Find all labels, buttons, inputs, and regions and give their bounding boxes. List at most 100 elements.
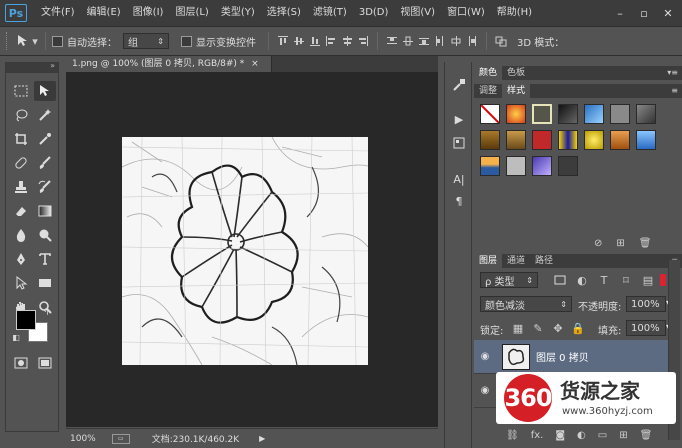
move-tool-icon[interactable] [15, 33, 31, 49]
menu-3d[interactable]: 3D(D) [353, 0, 395, 26]
zoom-level[interactable]: 100% [70, 434, 96, 444]
style-swatch[interactable] [584, 104, 604, 124]
tools-panel-header[interactable]: » [6, 61, 58, 73]
style-swatch-selected[interactable] [532, 104, 552, 124]
type-tool-icon[interactable] [34, 249, 56, 269]
layer-row-selected[interactable]: ◉ 图层 0 拷贝 [474, 340, 668, 374]
lock-all-icon[interactable]: 🔒 [570, 320, 586, 336]
new-layer-icon[interactable]: ⊞ [619, 430, 627, 441]
menu-type[interactable]: 类型(Y) [215, 0, 261, 26]
brush-tool-icon[interactable] [34, 153, 56, 173]
new-group-icon[interactable]: ▭ [598, 430, 607, 441]
distribute-left-icon[interactable] [432, 33, 448, 49]
eye-icon[interactable]: ◉ [474, 385, 496, 396]
filter-shape-icon[interactable]: ⌑ [618, 272, 634, 288]
tab-channels[interactable]: 通道 [502, 254, 530, 268]
style-swatch[interactable] [532, 156, 552, 176]
lasso-tool-icon[interactable] [10, 105, 32, 125]
style-swatch[interactable] [480, 130, 500, 150]
filter-adjustment-icon[interactable]: ◐ [574, 272, 590, 288]
align-hcenter-icon[interactable] [339, 33, 355, 49]
tab-adjustments[interactable]: 调整 [474, 84, 502, 98]
options-grip[interactable] [6, 32, 9, 50]
document-image[interactable] [122, 137, 368, 365]
lock-position-icon[interactable]: ✥ [550, 320, 566, 336]
style-swatch[interactable] [532, 130, 552, 150]
healing-brush-icon[interactable] [10, 153, 32, 173]
panel-menu-icon[interactable]: ▾≡ [667, 66, 678, 80]
tab-paths[interactable]: 路径 [530, 254, 558, 268]
style-swatch[interactable] [610, 130, 630, 150]
trash-icon[interactable]: 🗑 [640, 430, 653, 441]
blend-mode-dropdown[interactable]: 颜色减淡 ⇕ [480, 296, 572, 312]
menu-help[interactable]: 帮助(H) [491, 0, 538, 26]
foreground-color-swatch[interactable] [16, 310, 36, 330]
distribute-bottom-icon[interactable] [416, 33, 432, 49]
pen-tool-icon[interactable] [10, 249, 32, 269]
new-style-icon[interactable]: ⊞ [616, 238, 624, 249]
style-swatch[interactable] [506, 130, 526, 150]
add-mask-icon[interactable]: ◙ [555, 430, 565, 441]
magic-wand-icon[interactable] [34, 105, 56, 125]
filter-pixel-icon[interactable] [552, 272, 568, 288]
close-button[interactable]: ✕ [658, 5, 678, 21]
filter-toggle[interactable] [660, 274, 666, 286]
distribute-right-icon[interactable] [464, 33, 480, 49]
rectangle-tool-icon[interactable] [34, 273, 56, 293]
style-swatch[interactable] [558, 156, 578, 176]
distribute-top-icon[interactable] [384, 33, 400, 49]
status-info-icon[interactable]: ▭ [111, 433, 130, 444]
paragraph-panel-icon[interactable]: ¶ [450, 192, 468, 210]
link-layers-icon[interactable]: ⛓ [506, 430, 519, 441]
chevron-down-icon[interactable]: ▾ [31, 33, 39, 49]
eye-icon[interactable]: ◉ [474, 351, 496, 362]
eraser-tool-icon[interactable] [10, 201, 32, 221]
minimize-button[interactable]: – [610, 5, 630, 21]
tab-swatches[interactable]: 色板 [502, 66, 530, 80]
gradient-tool-icon[interactable] [34, 201, 56, 221]
style-none[interactable] [480, 104, 500, 124]
style-swatch[interactable] [480, 156, 500, 176]
actions-play-icon[interactable]: ▶ [450, 110, 468, 128]
menu-image[interactable]: 图像(I) [127, 0, 170, 26]
auto-align-icon[interactable] [493, 33, 509, 49]
panel-menu-icon[interactable]: ≡ [671, 84, 678, 98]
crop-tool-icon[interactable] [10, 129, 32, 149]
style-swatch[interactable] [610, 104, 630, 124]
history-panel-icon[interactable] [450, 76, 468, 94]
align-left-icon[interactable] [323, 33, 339, 49]
quick-mask-icon[interactable] [10, 353, 32, 373]
layer-filter-dropdown[interactable]: ρ 类型 ⇕ [480, 272, 538, 288]
opacity-input[interactable]: 100% [626, 296, 666, 312]
tab-layers[interactable]: 图层 [474, 254, 503, 268]
status-arrow-icon[interactable]: ▶ [259, 434, 265, 443]
style-swatch[interactable] [558, 130, 578, 150]
blur-tool-icon[interactable] [10, 225, 32, 245]
fx-icon[interactable]: fx. [531, 430, 544, 441]
lock-pixels-icon[interactable]: ✎ [530, 320, 546, 336]
path-selection-icon[interactable] [10, 273, 32, 293]
menu-window[interactable]: 窗口(W) [441, 0, 491, 26]
show-transform-checkbox[interactable] [181, 35, 192, 47]
menu-filter[interactable]: 滤镜(T) [307, 0, 353, 26]
character-panel-icon[interactable]: A| [450, 170, 468, 188]
fill-input[interactable]: 100% [626, 320, 666, 336]
menu-layer[interactable]: 图层(L) [169, 0, 214, 26]
clone-stamp-icon[interactable] [10, 177, 32, 197]
collapse-icon[interactable]: » [50, 61, 55, 70]
close-tab-icon[interactable]: × [251, 59, 259, 69]
swap-colors-icon[interactable]: ↰ [40, 307, 52, 319]
style-swatch[interactable] [506, 104, 526, 124]
maximize-button[interactable]: ▫ [634, 5, 654, 21]
dodge-tool-icon[interactable] [34, 225, 56, 245]
style-swatch[interactable] [636, 130, 656, 150]
align-bottom-icon[interactable] [307, 33, 323, 49]
properties-panel-icon[interactable] [450, 134, 468, 152]
style-swatch[interactable] [506, 156, 526, 176]
align-right-icon[interactable] [355, 33, 371, 49]
document-tab[interactable]: 1.png @ 100% (图层 0 拷贝, RGB/8#) * × [66, 56, 272, 72]
filter-smart-icon[interactable]: ▤ [640, 272, 656, 288]
clear-style-icon[interactable]: ⊘ [594, 238, 602, 249]
trash-icon[interactable]: 🗑 [639, 238, 652, 249]
menu-select[interactable]: 选择(S) [261, 0, 307, 26]
